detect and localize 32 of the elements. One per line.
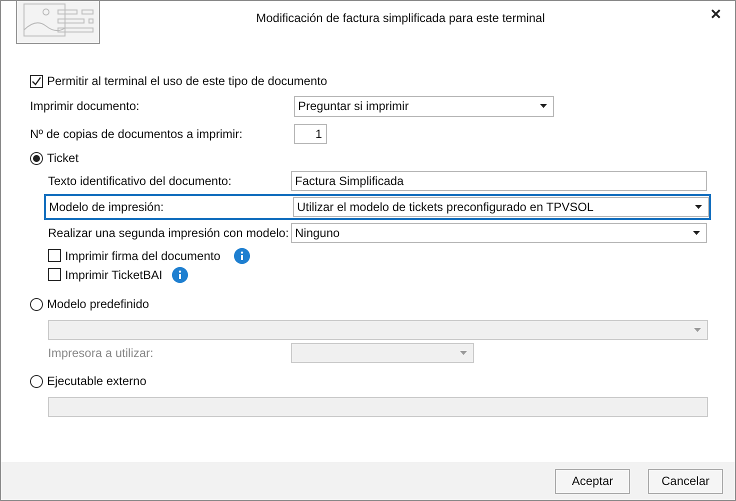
- close-button[interactable]: ✕: [701, 1, 731, 25]
- field-label: Impresora a utilizar:: [48, 345, 154, 362]
- text-field[interactable]: Factura Simplificada: [291, 171, 707, 191]
- field-label: Nº de copias de documentos a imprimir:: [30, 126, 244, 142]
- checkbox[interactable]: [30, 74, 43, 88]
- info-icon[interactable]: [172, 266, 188, 282]
- radio-button[interactable]: [30, 152, 43, 164]
- dropdown[interactable]: Preguntar si imprimir: [294, 96, 554, 116]
- field-label: Realizar una segunda impresión con modelo:: [48, 225, 290, 242]
- radio-label: Ticket: [47, 150, 79, 167]
- checkbox[interactable]: [48, 249, 61, 262]
- checkbox-label: Imprimir TicketBAI: [65, 266, 162, 284]
- number-field[interactable]: 1: [294, 124, 327, 144]
- window-title: Modificación de factura simplificada para este terminal: [256, 10, 545, 27]
- checkbox[interactable]: [48, 268, 61, 281]
- field-label: Texto identificativo del documento:: [48, 173, 232, 190]
- info-icon[interactable]: [234, 248, 250, 264]
- dropdown-caret-icon: [694, 328, 701, 332]
- dropdown-caret-icon: [695, 205, 702, 209]
- dropdown-caret-icon: [540, 104, 547, 108]
- radio-label: Modelo predefinido: [47, 296, 150, 313]
- dropdown-caret-icon: [693, 231, 700, 235]
- dropdown-caret-icon: [460, 351, 467, 355]
- dialog-button[interactable]: Cancelar: [648, 468, 723, 494]
- dropdown[interactable]: Utilizar el modelo de tickets preconfigurado en TPVSOL: [293, 197, 709, 217]
- dropdown[interactable]: Ninguno: [291, 223, 707, 243]
- checkbox-label: Permitir al terminal el uso de este tipo de documento: [47, 73, 328, 90]
- radio-label: Ejecutable externo: [47, 373, 146, 390]
- checkbox-label: Imprimir firma del documento: [65, 248, 220, 264]
- field-label: Modelo de impresión:: [49, 199, 165, 216]
- dialog-button[interactable]: Aceptar: [555, 468, 630, 494]
- field-label: Imprimir documento:: [30, 98, 140, 115]
